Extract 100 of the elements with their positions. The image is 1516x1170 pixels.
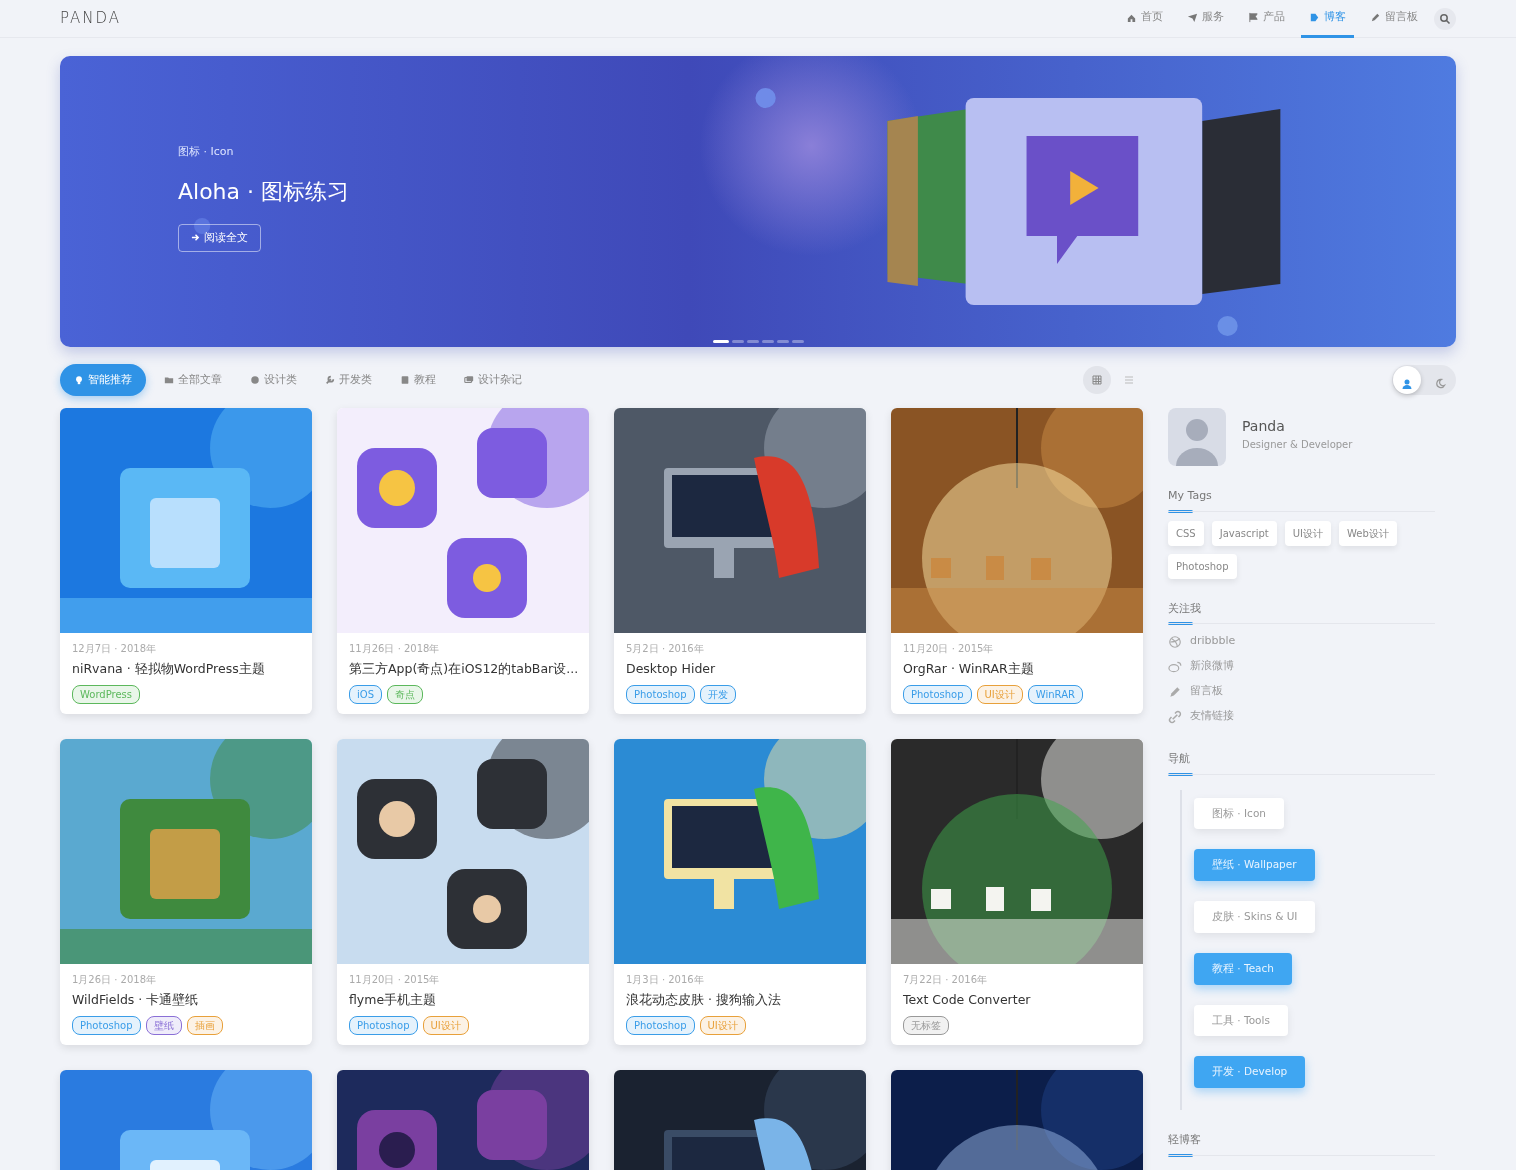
post-date: 11月20日 · 2015年 <box>903 642 995 656</box>
sidebar-link[interactable]: 留言板 <box>1168 679 1435 704</box>
timeline-item[interactable]: 壁纸 · Wallpaper <box>1194 849 1315 881</box>
nav-link[interactable]: 博客 <box>1301 0 1354 38</box>
heading-underline <box>1168 509 1193 513</box>
tag-label[interactable]: Photoshop <box>72 1015 141 1035</box>
tag-button[interactable]: CSS <box>1168 520 1204 546</box>
carousel-indicator[interactable] <box>712 340 729 343</box>
timeline-item[interactable]: 皮肤 · Skins & UI <box>1194 901 1316 933</box>
post-card[interactable]: 1月3日 · 2016年 浪花动态皮肤 · 搜狗输入法 Photoshop UI设计 <box>614 738 866 1045</box>
tag-label[interactable]: 插画 <box>186 1015 223 1035</box>
filter-tab[interactable]: 教程 <box>390 365 446 395</box>
post-card[interactable]: 11月20日 · 2015年 flyme手机主题 Photoshop UI设计 <box>337 738 589 1045</box>
tag-label[interactable]: Photoshop <box>626 1015 695 1035</box>
post-date: 7月22日 · 2016年 <box>903 972 989 987</box>
heading-underline <box>1168 1153 1193 1157</box>
nav-link[interactable]: 首页 <box>1118 0 1171 38</box>
timeline-item[interactable]: 工具 · Tools <box>1194 1004 1288 1037</box>
section-heading: 轻博客 <box>1168 1132 1435 1156</box>
filter-tab[interactable]: 智能推荐 <box>60 363 146 397</box>
search-button[interactable] <box>1434 7 1456 30</box>
timeline-item[interactable]: 图标 · Icon <box>1194 797 1284 830</box>
read-more-button[interactable]: 阅读全文 <box>178 223 261 252</box>
category-label: 图标 · Icon <box>178 144 235 160</box>
grid-icon <box>1091 374 1103 386</box>
dribbble-icon <box>1168 634 1182 649</box>
sidebar-link[interactable]: dribbble <box>1168 629 1435 654</box>
mode-switch[interactable] <box>1392 365 1456 395</box>
post-title[interactable]: 第三方App(奇点)在iOS12的tabBar设... <box>349 660 577 679</box>
wrench-icon <box>325 375 335 385</box>
post-card[interactable]: 5月2日 · 2016年 Desktop Hider Photoshop 开发 <box>614 408 866 714</box>
tag-label[interactable]: 开发 <box>699 684 736 704</box>
post-date: 11月20日 · 2015年 <box>349 972 441 987</box>
nav-link[interactable]: 产品 <box>1240 0 1293 38</box>
tag-label[interactable]: iOS <box>349 684 382 704</box>
tag-label[interactable]: WinRAR <box>1027 684 1083 704</box>
folder-icon <box>164 375 174 385</box>
user-icon <box>1401 377 1413 390</box>
tag-label[interactable]: Photoshop <box>349 1015 418 1035</box>
tag-label[interactable]: 无标签 <box>903 1015 949 1035</box>
tag-button[interactable]: Javascript <box>1211 520 1277 546</box>
tag-label[interactable]: Photoshop <box>903 684 972 704</box>
section-heading: 导航 <box>1168 751 1435 775</box>
tag-button[interactable]: UI设计 <box>1284 520 1331 546</box>
post-title[interactable]: flyme手机主题 <box>349 990 577 1010</box>
tag-label[interactable]: 奇点 <box>387 684 423 704</box>
tag-label[interactable]: 壁纸 <box>145 1015 182 1035</box>
nav-link[interactable]: 服务 <box>1179 0 1232 38</box>
tag-label[interactable]: UI设计 <box>422 1015 469 1035</box>
tag-button[interactable]: Web设计 <box>1338 520 1397 546</box>
post-date: 12月7日 · 2018年 <box>72 642 158 656</box>
timeline-item[interactable]: 开发 · Develop <box>1194 1056 1306 1088</box>
tag-label[interactable]: Photoshop <box>626 684 695 704</box>
avatar <box>1168 408 1226 466</box>
moon-icon <box>1435 378 1446 389</box>
sidebar-link[interactable]: 新浪微博 <box>1168 654 1435 679</box>
post-title[interactable]: WildFields · 卡通壁纸 <box>72 990 300 1010</box>
heading-underline <box>1168 772 1193 776</box>
pen-icon <box>1370 11 1381 23</box>
logo[interactable]: PANDA <box>60 7 122 30</box>
filter-tab[interactable]: 设计类 <box>240 365 307 395</box>
tag-button[interactable]: Photoshop <box>1168 553 1237 579</box>
flag-icon <box>1248 11 1259 23</box>
section-heading: My Tags <box>1168 488 1435 512</box>
lightbulb-icon <box>74 375 84 385</box>
pen-icon <box>1168 684 1182 699</box>
profile-name: Panda <box>1242 417 1286 436</box>
post-date: 11月26日 · 2018年 <box>349 642 441 656</box>
post-title[interactable]: Text Code Converter <box>903 990 1131 1010</box>
post-title[interactable]: OrgRar · WinRAR主题 <box>903 660 1131 679</box>
post-title[interactable]: niRvana · 轻拟物WordPress主题 <box>72 660 300 679</box>
post-card[interactable]: 1月26日 · 2018年 WildFields · 卡通壁纸 Photoshop 壁纸 插画 <box>60 738 312 1045</box>
paper-plane-icon <box>1187 11 1198 23</box>
post-date: 1月26日 · 2018年 <box>72 972 158 987</box>
post-card[interactable]: 7月22日 · 2016年 Text Code Converter 无标签 <box>891 738 1143 1045</box>
tag-label[interactable]: UI设计 <box>699 1015 746 1035</box>
filter-tab[interactable]: 全部文章 <box>154 365 232 395</box>
flag-icon <box>1309 11 1320 23</box>
post-card[interactable]: 12月7日 · 2018年 niRvana · 轻拟物WordPress主题 WordPress <box>60 408 312 714</box>
post-date: 5月2日 · 2016年 <box>626 642 705 656</box>
post-card[interactable]: 11月26日 · 2018年 第三方App(奇点)在iOS12的tabBar设... iOS 奇点 <box>337 408 589 714</box>
nav-link[interactable]: 留言板 <box>1362 0 1426 38</box>
post-title[interactable]: Desktop Hider <box>626 660 854 679</box>
filter-tab[interactable]: 开发类 <box>315 365 382 395</box>
arrow-icon <box>191 233 200 242</box>
post-date: 1月3日 · 2016年 <box>626 972 705 987</box>
search-icon <box>1439 12 1451 25</box>
tag-label[interactable]: WordPress <box>72 684 141 704</box>
sidebar-link[interactable]: 友情链接 <box>1168 704 1435 729</box>
timeline-item[interactable]: 教程 · Teach <box>1194 952 1292 985</box>
tag-label[interactable]: UI设计 <box>976 684 1023 704</box>
filter-tab[interactable]: 设计杂记 <box>454 365 532 395</box>
link-icon <box>1168 709 1182 724</box>
post-title[interactable]: 浪花动态皮肤 · 搜狗输入法 <box>626 990 854 1010</box>
heading-underline <box>1168 622 1193 625</box>
banner-title: Aloha · 图标练习 <box>178 177 350 206</box>
grid-view-button[interactable] <box>1083 366 1111 394</box>
notes-icon <box>464 375 474 385</box>
post-card[interactable]: 11月20日 · 2015年 OrgRar · WinRAR主题 Photoshop UI设计 WinRAR <box>891 408 1143 714</box>
list-icon <box>1123 374 1135 386</box>
